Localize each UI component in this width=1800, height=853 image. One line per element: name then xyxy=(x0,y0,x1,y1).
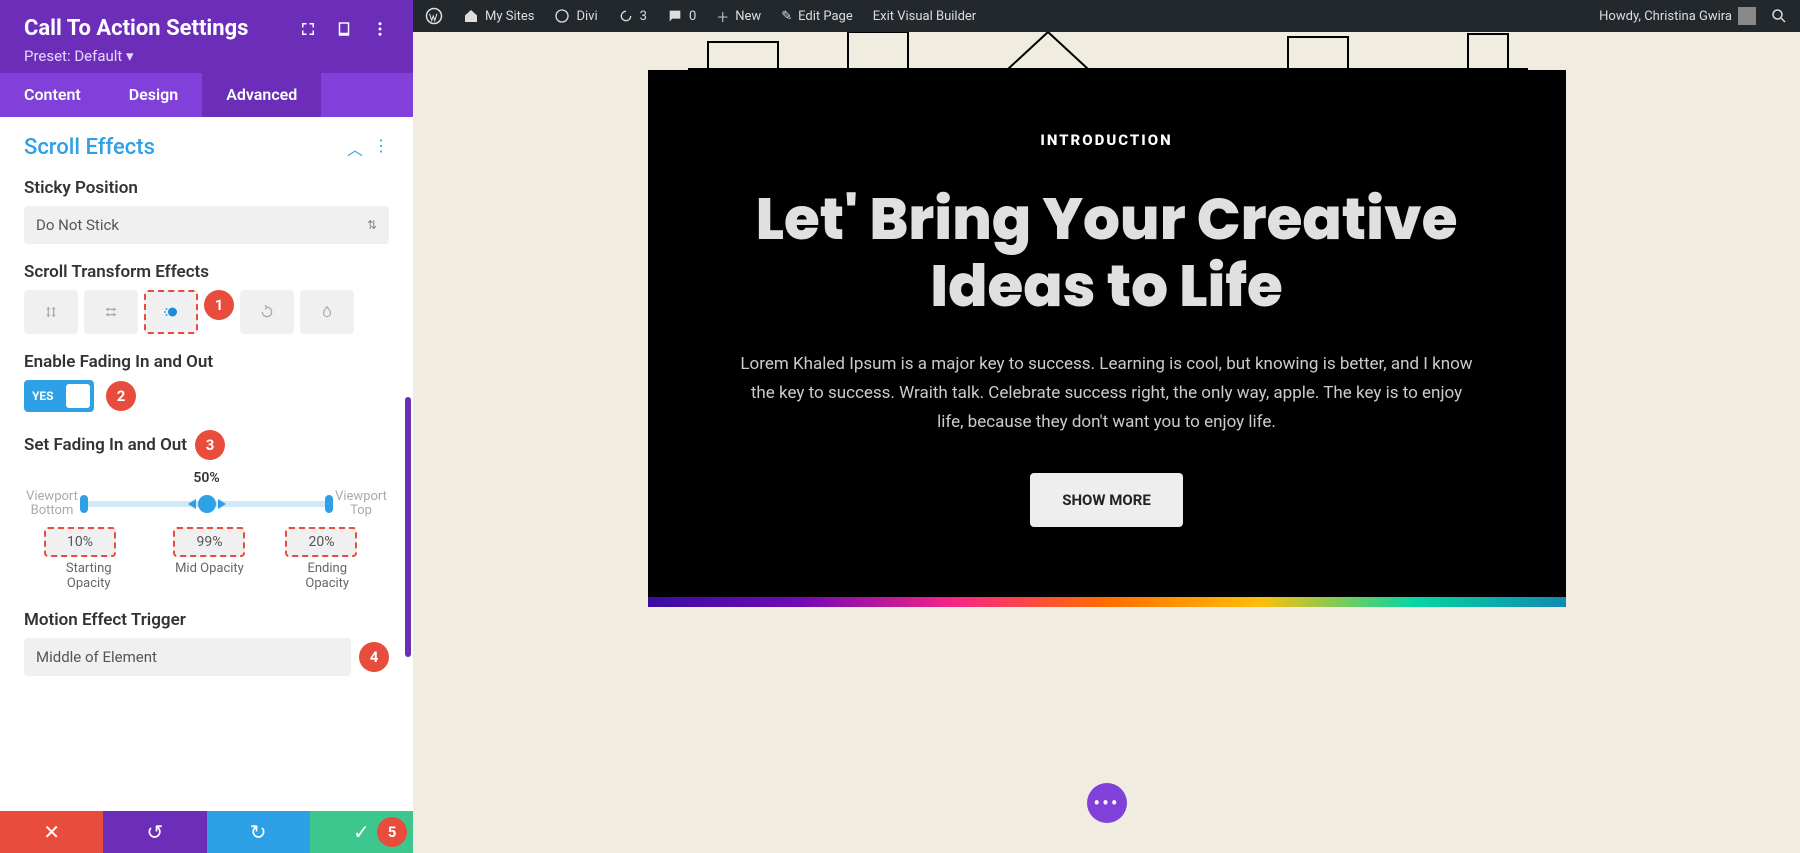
howdy-user[interactable]: Howdy, Christina Gwira xyxy=(1599,7,1756,25)
sidebar-header: Call To Action Settings Preset: Default … xyxy=(0,0,413,73)
enable-fading-toggle[interactable]: YES xyxy=(24,380,94,412)
mid-opacity-input[interactable]: 99% xyxy=(173,527,245,557)
redo-button[interactable]: ↻ xyxy=(207,811,310,853)
hero-paragraph: Lorem Khaled Ipsum is a major key to suc… xyxy=(738,350,1476,437)
effect-rotate[interactable] xyxy=(240,290,294,334)
tab-advanced[interactable]: Advanced xyxy=(202,73,321,117)
sidebar-footer: ✕ ↺ ↻ ✓ 5 xyxy=(0,811,413,853)
collapse-icon[interactable]: ︿ xyxy=(347,136,363,160)
settings-sidebar: Call To Action Settings Preset: Default … xyxy=(0,0,413,853)
slider-handle-end[interactable] xyxy=(325,495,333,513)
comments-link[interactable]: 0 xyxy=(667,8,696,24)
more-icon[interactable] xyxy=(371,20,389,38)
cta-section: INTRODUCTION Let' Bring Your Creative Id… xyxy=(648,71,1566,597)
intro-text: INTRODUCTION xyxy=(738,131,1476,149)
search-icon[interactable] xyxy=(1770,7,1788,25)
badge-5: 5 xyxy=(377,817,407,847)
undo-button[interactable]: ↺ xyxy=(103,811,206,853)
cancel-button[interactable]: ✕ xyxy=(0,811,103,853)
slider-handle-start[interactable] xyxy=(80,495,88,513)
wp-adminbar: My Sites Divi 3 0 ＋ New ✎ Edit Page Exit… xyxy=(413,0,1800,32)
fade-slider[interactable] xyxy=(84,501,329,507)
tab-design[interactable]: Design xyxy=(105,73,202,117)
avatar xyxy=(1738,7,1756,25)
sticky-label: Sticky Position xyxy=(24,178,389,198)
motion-trigger-label: Motion Effect Trigger xyxy=(24,610,389,630)
save-button[interactable]: ✓ 5 xyxy=(310,811,413,853)
sticky-select[interactable]: Do Not Stick ⇅ xyxy=(24,206,389,244)
end-opacity-input[interactable]: 20% xyxy=(285,527,357,557)
effect-blur[interactable] xyxy=(300,290,354,334)
panel-title: Call To Action Settings xyxy=(24,16,248,41)
effect-horizontal[interactable] xyxy=(84,290,138,334)
settings-tabs: Content Design Advanced xyxy=(0,73,413,117)
badge-4: 4 xyxy=(359,642,389,672)
badge-3: 3 xyxy=(195,430,225,460)
tablet-icon[interactable] xyxy=(335,20,353,38)
tab-content[interactable]: Content xyxy=(0,73,105,117)
enable-fading-label: Enable Fading In and Out xyxy=(24,352,389,372)
hero-heading: Let' Bring Your Creative Ideas to Life xyxy=(738,187,1476,320)
new-link[interactable]: ＋ New xyxy=(716,7,761,26)
section-title[interactable]: Scroll Effects xyxy=(24,135,155,160)
caret-icon: ⇅ xyxy=(367,218,377,232)
effect-fade[interactable] xyxy=(144,290,198,334)
start-opacity-label: Starting Opacity xyxy=(44,561,133,592)
scrollbar[interactable] xyxy=(405,397,411,657)
start-opacity-input[interactable]: 10% xyxy=(44,527,116,557)
my-sites-link[interactable]: My Sites xyxy=(463,8,534,24)
show-more-button[interactable]: SHOW MORE xyxy=(1030,473,1183,527)
set-fading-label: Set Fading In and Out xyxy=(24,435,187,455)
settings-body: Scroll Effects ︿ ⋮ Sticky Position Do No… xyxy=(0,117,413,811)
slider-handle-mid[interactable] xyxy=(198,495,216,513)
illustration-strip xyxy=(648,33,1566,71)
viewport-bottom-label: Viewport Bottom xyxy=(24,490,80,519)
exit-builder-link[interactable]: Exit Visual Builder xyxy=(873,9,976,24)
effect-vertical[interactable] xyxy=(24,290,78,334)
edit-page-link[interactable]: ✎ Edit Page xyxy=(781,9,853,24)
section-more-icon[interactable]: ⋮ xyxy=(373,136,389,160)
expand-icon[interactable] xyxy=(299,20,317,38)
badge-2: 2 xyxy=(106,381,136,411)
page-preview: INTRODUCTION Let' Bring Your Creative Id… xyxy=(413,32,1800,853)
divi-link[interactable]: Divi xyxy=(554,8,597,24)
updates-link[interactable]: 3 xyxy=(618,8,647,24)
end-opacity-label: Ending Opacity xyxy=(285,561,369,592)
mid-percent: 50% xyxy=(24,470,389,486)
mid-opacity-label: Mid Opacity xyxy=(173,561,245,577)
gradient-bar xyxy=(648,597,1566,607)
motion-trigger-value: Middle of Element xyxy=(36,648,157,666)
transform-label: Scroll Transform Effects xyxy=(24,262,389,282)
viewport-top-label: Viewport Top xyxy=(333,490,389,519)
badge-1: 1 xyxy=(204,290,234,320)
wp-logo-icon[interactable] xyxy=(425,7,443,25)
module-options-fab[interactable]: ••• xyxy=(1087,783,1127,823)
sticky-value: Do Not Stick xyxy=(36,216,119,234)
preset-selector[interactable]: Preset: Default ▾ xyxy=(24,47,389,65)
motion-trigger-select[interactable]: Middle of Element xyxy=(24,638,351,676)
